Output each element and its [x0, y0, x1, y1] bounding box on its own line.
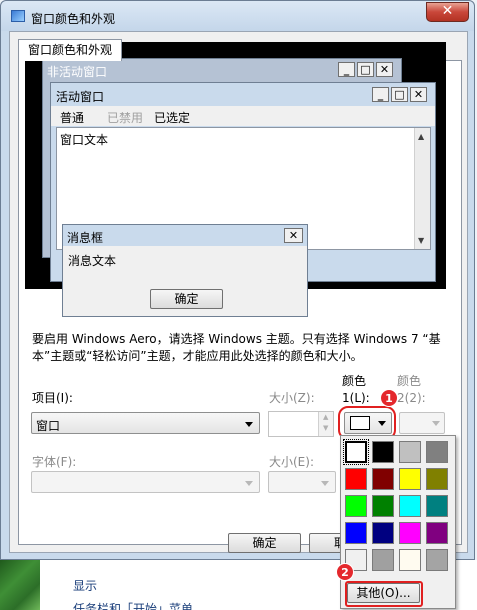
message-box-title: 消息框 [67, 231, 104, 245]
inactive-window-title: 非活动窗口 [47, 65, 108, 79]
color-swatch[interactable] [372, 495, 394, 517]
message-box-title-bar: 消息框 ✕ [63, 225, 307, 246]
window-icon [11, 10, 25, 22]
close-icon: ✕ [410, 87, 427, 102]
font-select [31, 471, 260, 493]
color-swatch[interactable] [426, 441, 448, 463]
color2-picker-button [399, 412, 445, 434]
maximize-icon: □ [391, 87, 408, 102]
color-swatch[interactable] [372, 441, 394, 463]
color-swatch[interactable] [372, 468, 394, 490]
item-label: 项目(I): [32, 391, 73, 405]
color-swatch[interactable] [372, 522, 394, 544]
color-swatch[interactable] [426, 468, 448, 490]
size-spinner[interactable]: ▲ ▼ [268, 411, 334, 437]
link-display[interactable]: 显示 [73, 577, 97, 594]
spin-down-icon: ▼ [323, 424, 329, 432]
chevron-down-icon [432, 421, 440, 426]
message-text: 消息文本 [68, 254, 117, 268]
color-swatch[interactable] [426, 522, 448, 544]
size-label: 大小(Z): [269, 391, 315, 405]
minimize-icon: _ [338, 62, 355, 77]
highlight-ring-other [345, 581, 423, 607]
color-swatch[interactable] [345, 522, 367, 544]
color-swatch[interactable] [426, 549, 448, 571]
color-swatch[interactable] [426, 495, 448, 517]
color-swatch[interactable] [399, 441, 421, 463]
scroll-down-icon: ▼ [418, 236, 425, 245]
aero-description: 要启用 Windows Aero，请选择 Windows 主题。只有选择 Win… [32, 332, 441, 363]
inactive-caption-buttons: _ □ ✕ [338, 62, 393, 77]
ok-button[interactable]: 确定 [228, 533, 301, 553]
preview-scrollbar: ▲ ▼ [414, 128, 430, 249]
menu-item-normal: 普通 [60, 111, 85, 125]
message-box-preview: 消息框 ✕ 消息文本 确定 [62, 224, 308, 317]
spin-up-icon: ▲ [323, 413, 329, 421]
active-caption-buttons: _ □ ✕ [372, 87, 427, 102]
menu-item-selected: 已选定 [154, 111, 191, 125]
color-swatch[interactable] [399, 549, 421, 571]
spin-buttons: ▲ ▼ [318, 412, 333, 436]
link-taskbar-start-menu[interactable]: 任务栏和「开始」菜单 [73, 600, 193, 610]
minimize-icon: _ [372, 87, 389, 102]
active-window-title: 活动窗口 [56, 90, 105, 104]
close-icon: ✕ [284, 228, 303, 243]
menu-item-disabled: 已禁用 [107, 111, 144, 125]
chevron-down-icon [245, 422, 253, 427]
color-swatch[interactable] [343, 439, 369, 465]
preview-menu-bar: 普通 已禁用 已选定 [51, 106, 435, 126]
item-select-value: 窗口 [36, 419, 61, 433]
scroll-up-icon: ▲ [418, 132, 425, 141]
color1-label: 颜色 1(L): [342, 374, 370, 405]
font-size-label: 大小(E): [269, 455, 314, 469]
chevron-down-icon [321, 481, 329, 486]
background-wallpaper-thumbnail [0, 560, 40, 610]
font-label: 字体(F): [32, 455, 77, 469]
color-swatch[interactable] [372, 549, 394, 571]
color-swatch[interactable] [399, 495, 421, 517]
item-select[interactable]: 窗口 [31, 412, 260, 434]
chevron-down-icon [245, 481, 253, 486]
dialog-title: 窗口颜色和外观 [31, 12, 116, 26]
maximize-icon: □ [357, 62, 374, 77]
close-icon: ✕ [376, 62, 393, 77]
tab-window-color-appearance[interactable]: 窗口颜色和外观 [18, 39, 122, 61]
title-bar[interactable]: 窗口颜色和外观 ✕ [1, 1, 474, 31]
step-badge-1: 1 [380, 389, 398, 407]
font-size-select [268, 471, 336, 493]
color2-label: 颜色 2(2): [397, 374, 426, 405]
color-swatch[interactable] [399, 468, 421, 490]
color-swatch[interactable] [345, 495, 367, 517]
close-button[interactable]: ✕ [426, 2, 469, 22]
color-swatch[interactable] [399, 522, 421, 544]
color-swatch[interactable] [345, 468, 367, 490]
message-box-ok-button: 确定 [150, 289, 223, 309]
window-text: 窗口文本 [60, 133, 109, 147]
step-badge-2: 2 [336, 563, 354, 581]
